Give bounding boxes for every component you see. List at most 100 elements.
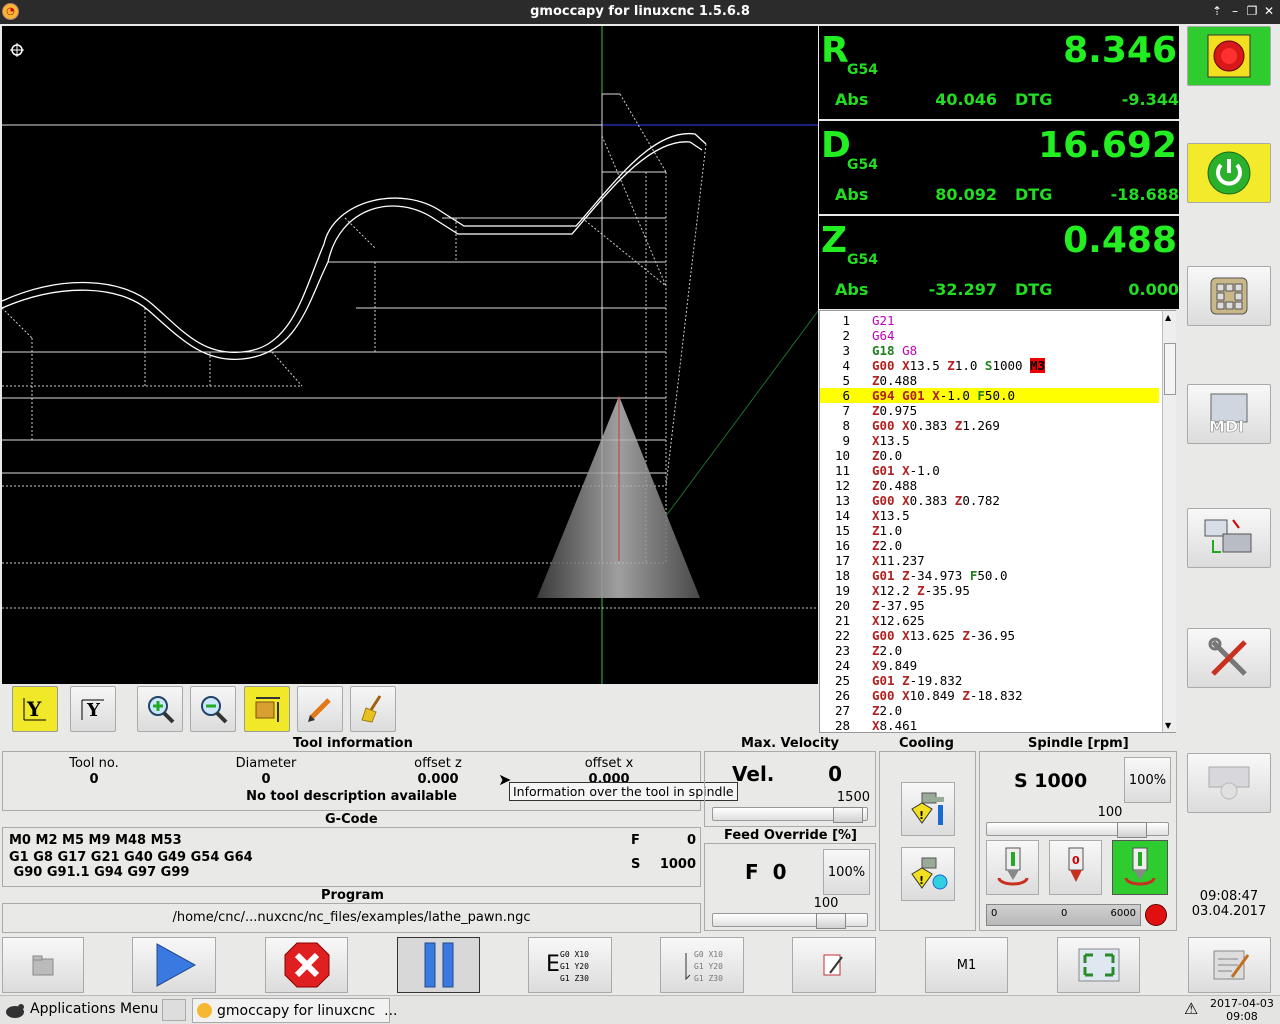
user-tabs-button[interactable] <box>1187 753 1271 813</box>
gcode-token: 0.488 <box>879 373 918 388</box>
clear-plot-button[interactable] <box>350 686 396 732</box>
gcode-line[interactable]: 25 G01 Z-19.832 <box>820 673 1175 688</box>
mdi-mode-button[interactable]: MDI <box>1187 384 1271 444</box>
gcode-line[interactable]: 8 G00 X0.383 Z1.269 <box>820 418 1175 433</box>
spindle-stop-button[interactable]: 0 <box>1049 840 1102 895</box>
gcode-line[interactable]: 4 G00 X13.5 Z1.0 S1000 M3 <box>820 358 1175 373</box>
gcode-line[interactable]: 18 G01 Z-34.973 F50.0 <box>820 568 1175 583</box>
gcode-line[interactable]: 27 Z2.0 <box>820 703 1175 718</box>
svg-text:Y: Y <box>86 700 101 721</box>
xfce-mouse-icon[interactable] <box>4 1000 26 1020</box>
machine-power-button[interactable] <box>1187 143 1271 203</box>
flood-coolant-button[interactable]: ! <box>901 782 955 836</box>
gcode-line[interactable]: 24 X9.849 <box>820 658 1175 673</box>
gcode-line[interactable]: 9 X13.5 <box>820 433 1175 448</box>
gcode-line[interactable]: 15 Z1.0 <box>820 523 1175 538</box>
gcode-line[interactable]: 20 Z-37.95 <box>820 598 1175 613</box>
edit-button[interactable] <box>297 686 343 732</box>
zoom-in-icon <box>148 696 175 724</box>
auto-mode-button[interactable] <box>1187 508 1271 568</box>
emergency-stop-button[interactable] <box>1187 26 1271 86</box>
taskbar-window-button[interactable]: gmoccapy for linuxcnc ... <box>192 998 397 1023</box>
gcode-line[interactable]: 17 X11.237 <box>820 553 1175 568</box>
dro-z[interactable]: Z G54 0.488 Abs -32.297 DTG 0.000 <box>819 216 1179 309</box>
pause-program-button[interactable] <box>397 937 480 993</box>
spindle-override-slider-knob[interactable] <box>1117 822 1147 838</box>
gcode-line[interactable]: 21 X12.625 <box>820 613 1175 628</box>
stop-program-button[interactable] <box>265 937 348 993</box>
toolpath-preview[interactable] <box>2 26 818 684</box>
spindle-reverse-button[interactable] <box>1112 840 1168 895</box>
gcode-line[interactable]: 16 Z2.0 <box>820 538 1175 553</box>
spindle-override-reset-button[interactable]: 100% <box>1124 757 1171 803</box>
max-velocity-slider-knob[interactable] <box>833 807 863 823</box>
fullscreen-button[interactable] <box>1057 937 1140 993</box>
gcode-line[interactable]: 12 Z0.488 <box>820 478 1175 493</box>
gcode-token: 10.849 <box>909 688 963 703</box>
gcode-line[interactable]: 10 Z0.0 <box>820 448 1175 463</box>
mist-coolant-button[interactable]: ! <box>901 847 955 901</box>
applications-menu[interactable]: Applications Menu <box>30 1001 158 1017</box>
settings-button[interactable] <box>1187 628 1271 688</box>
scroll-down-icon[interactable]: ▼ <box>1165 721 1171 730</box>
view-y-button[interactable]: Y <box>12 686 58 732</box>
gcode-scrollbar[interactable]: ▲ ▼ <box>1162 311 1176 732</box>
gcode-line[interactable]: 1 G21 <box>820 313 1175 328</box>
gcode-line[interactable]: 19 X12.2 Z-35.95 <box>820 583 1175 598</box>
gcode-line-current[interactable]: 6 G94 G01 X-1.0 F50.0 <box>820 388 1159 403</box>
gcode-token: -19.832 <box>909 673 963 688</box>
gcode-line[interactable]: 3 G18 G8 <box>820 343 1175 358</box>
gcode-line-number: 4 <box>842 358 850 373</box>
gcode-line[interactable]: 22 G00 X13.625 Z-36.95 <box>820 628 1175 643</box>
taskbar-clock[interactable]: 2017-04-03 09:08 <box>1210 997 1274 1023</box>
feed-override-slider-knob[interactable] <box>816 913 846 929</box>
show-dimensions-button[interactable] <box>244 686 290 732</box>
gcode-line[interactable]: 28 X8.461 <box>820 718 1175 732</box>
step-button[interactable]: E G0 X10 G1 Y20 G1 Z30 <box>528 937 612 993</box>
maximize-button[interactable]: ❐ <box>1244 3 1260 19</box>
run-from-line-button[interactable]: G0 X10 G1 Y20 G1 Z30 <box>660 937 744 993</box>
edit-program-button[interactable] <box>1188 937 1271 993</box>
gcode-line[interactable]: 13 G00 X0.383 Z0.782 <box>820 493 1175 508</box>
scrollbar-thumb[interactable] <box>1164 343 1176 395</box>
manual-mode-button[interactable] <box>1187 266 1271 326</box>
optional-stop-m1-button[interactable]: M1 <box>925 937 1008 993</box>
gcode-token: 1.0 <box>879 523 903 538</box>
gcode-line-text: G21 <box>872 313 895 328</box>
user-icon[interactable]: ⚠ <box>1184 999 1204 1021</box>
gcode-line[interactable]: 26 G00 X10.849 Z-18.832 <box>820 688 1175 703</box>
gcode-line[interactable]: 5 Z0.488 <box>820 373 1175 388</box>
max-velocity-slider[interactable] <box>712 807 868 823</box>
spindle-override-slider[interactable] <box>986 822 1169 838</box>
gcode-line[interactable]: 2 G64 <box>820 328 1175 343</box>
feed-override-reset-button[interactable]: 100% <box>823 849 870 895</box>
gcode-line-text: X8.461 <box>872 718 917 732</box>
gcode-line[interactable]: 23 Z2.0 <box>820 643 1175 658</box>
gcode-line-number: 5 <box>842 373 850 388</box>
mist-coolant-icon: ! <box>911 857 948 890</box>
spindle-forward-button[interactable] <box>986 840 1039 895</box>
keep-above-icon[interactable]: ⇡ <box>1209 3 1225 19</box>
dro-r[interactable]: R G54 8.346 Abs 40.046 DTG -9.344 <box>819 26 1179 119</box>
close-button[interactable]: ✕ <box>1261 3 1277 19</box>
scroll-up-icon[interactable]: ▲ <box>1165 313 1171 322</box>
gcode-token: X <box>872 433 880 448</box>
dro-d[interactable]: D G54 16.692 Abs 80.092 DTG -18.688 <box>819 121 1179 214</box>
open-file-button[interactable] <box>2 937 84 993</box>
gcode-token: 13.5 <box>879 433 910 448</box>
spindle-bar-value: 0 <box>1061 908 1068 919</box>
zoom-out-button[interactable] <box>190 686 236 732</box>
svg-text:MDI: MDI <box>1209 417 1244 436</box>
gcode-token: Z <box>917 583 925 598</box>
gcode-line[interactable]: 11 G01 X-1.0 <box>820 463 1175 478</box>
show-desktop-icon[interactable] <box>162 999 186 1021</box>
feed-override-slider[interactable] <box>712 913 868 929</box>
minimize-button[interactable]: – <box>1227 3 1243 19</box>
zoom-in-button[interactable] <box>137 686 183 732</box>
view-y-rotated-button[interactable]: Y <box>70 686 116 732</box>
optional-blocks-button[interactable] <box>792 937 876 993</box>
gcode-line[interactable]: 7 Z0.975 <box>820 403 1175 418</box>
gcode-listing[interactable]: 1 G21 2 G64 3 G18 G8 4 G00 X13.5 Z1.0 S1000 M3 5… <box>819 310 1176 733</box>
gcode-line[interactable]: 14 X13.5 <box>820 508 1175 523</box>
run-program-button[interactable] <box>132 937 216 993</box>
